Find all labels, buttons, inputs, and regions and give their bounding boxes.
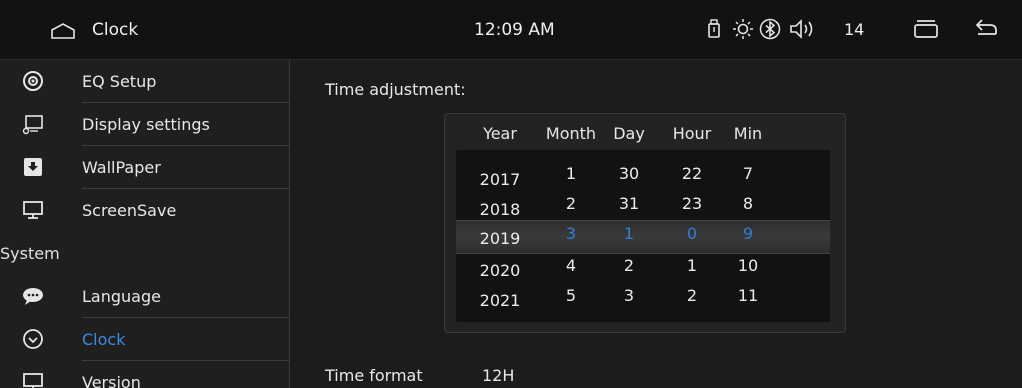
- month-option[interactable]: 4: [541, 256, 601, 275]
- hour-option-selected[interactable]: 0: [662, 224, 722, 243]
- sidebar-section-system: System: [0, 232, 290, 275]
- time-format-label: Time format: [325, 366, 423, 385]
- column-header-month: Month: [545, 124, 597, 143]
- hour-option[interactable]: 23: [662, 194, 722, 213]
- settings-sidebar: EQ Setup Display settings WallPaper Scre…: [0, 60, 290, 388]
- sidebar-item-eq-setup[interactable]: EQ Setup: [0, 60, 290, 103]
- year-option[interactable]: 2020: [470, 261, 530, 280]
- hour-option[interactable]: 2: [662, 286, 722, 305]
- time-format-value[interactable]: 12H: [482, 366, 514, 385]
- day-option-selected[interactable]: 1: [599, 224, 659, 243]
- sidebar-item-label: Version: [82, 373, 141, 388]
- clock-icon: [23, 329, 43, 349]
- version-icon: [23, 373, 43, 388]
- volume-level: 14: [844, 20, 865, 39]
- sidebar-item-clock[interactable]: Clock: [0, 318, 290, 361]
- sidebar-item-label: Clock: [82, 330, 126, 349]
- day-option[interactable]: 3: [599, 286, 659, 305]
- language-icon: [23, 288, 43, 305]
- day-option[interactable]: 2: [599, 256, 659, 275]
- back-icon[interactable]: [972, 18, 1000, 40]
- time-adjustment-label: Time adjustment:: [325, 80, 466, 99]
- sidebar-item-label: WallPaper: [82, 158, 161, 177]
- display-icon: [22, 115, 43, 135]
- sidebar-item-label: EQ Setup: [82, 72, 157, 91]
- minute-option[interactable]: 10: [718, 256, 778, 275]
- month-option[interactable]: 2: [541, 194, 601, 213]
- sidebar-item-label: ScreenSave: [82, 201, 177, 220]
- column-header-year: Year: [483, 124, 517, 143]
- sidebar-item-screensave[interactable]: ScreenSave: [0, 189, 290, 232]
- eq-icon: [23, 71, 43, 91]
- hour-option[interactable]: 22: [662, 164, 722, 183]
- brightness-icon: [733, 19, 753, 39]
- hour-option[interactable]: 1: [662, 256, 722, 275]
- bluetooth-icon: [759, 18, 781, 40]
- month-option[interactable]: 5: [541, 286, 601, 305]
- column-header-day: Day: [613, 124, 645, 143]
- wallpaper-icon: [24, 158, 42, 176]
- minute-option[interactable]: 8: [718, 194, 778, 213]
- screensave-icon: [23, 201, 43, 219]
- sidebar-item-display-settings[interactable]: Display settings: [0, 103, 290, 146]
- column-header-hour: Hour: [672, 124, 712, 143]
- volume-icon[interactable]: [788, 18, 818, 40]
- year-option[interactable]: 2017: [470, 170, 530, 189]
- clock-settings-panel: Time adjustment: Year Month Day Hour Min…: [291, 60, 1022, 388]
- sidebar-item-label: Language: [82, 287, 161, 306]
- home-icon[interactable]: [50, 22, 76, 40]
- clock-time: 12:09 AM: [474, 20, 555, 40]
- minute-option-selected[interactable]: 9: [718, 224, 778, 243]
- usb-icon: [708, 19, 720, 38]
- column-header-min: Min: [733, 124, 763, 143]
- day-option[interactable]: 31: [599, 194, 659, 213]
- sidebar-item-wallpaper[interactable]: WallPaper: [0, 146, 290, 189]
- day-option[interactable]: 30: [599, 164, 659, 183]
- sidebar-item-language[interactable]: Language: [0, 275, 290, 318]
- month-option-selected[interactable]: 3: [541, 224, 601, 243]
- month-option[interactable]: 1: [541, 164, 601, 183]
- sidebar-item-version[interactable]: Version: [0, 361, 290, 388]
- year-option[interactable]: 2018: [470, 200, 530, 219]
- status-bar: Clock 12:09 AM 14: [0, 0, 1022, 60]
- minute-option[interactable]: 11: [718, 286, 778, 305]
- recent-apps-icon[interactable]: [912, 18, 940, 40]
- year-option[interactable]: 2021: [470, 291, 530, 310]
- section-header: System: [0, 244, 60, 263]
- year-option-selected[interactable]: 2019: [470, 229, 530, 248]
- date-time-picker: Year Month Day Hour Min 2017 2018 2019 2…: [444, 113, 846, 333]
- app-title: Clock: [92, 20, 139, 40]
- minute-option[interactable]: 7: [718, 164, 778, 183]
- picker-wheels[interactable]: 2017 2018 2019 2020 2021 1 2 3 4 5 30 31…: [456, 150, 830, 322]
- sidebar-item-label: Display settings: [82, 115, 210, 134]
